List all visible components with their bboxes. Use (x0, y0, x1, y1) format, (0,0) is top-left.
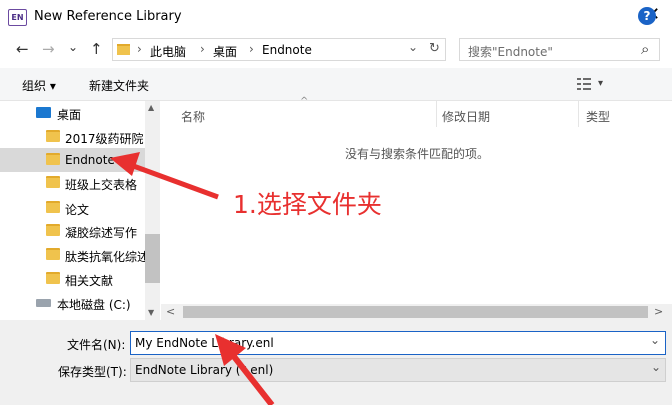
arrow-to-endnote-head (110, 152, 140, 176)
arrow-to-endnote-line (127, 161, 219, 200)
annotation-label: 1.选择文件夹 (233, 190, 382, 219)
arrow-to-filename-line (229, 352, 275, 405)
